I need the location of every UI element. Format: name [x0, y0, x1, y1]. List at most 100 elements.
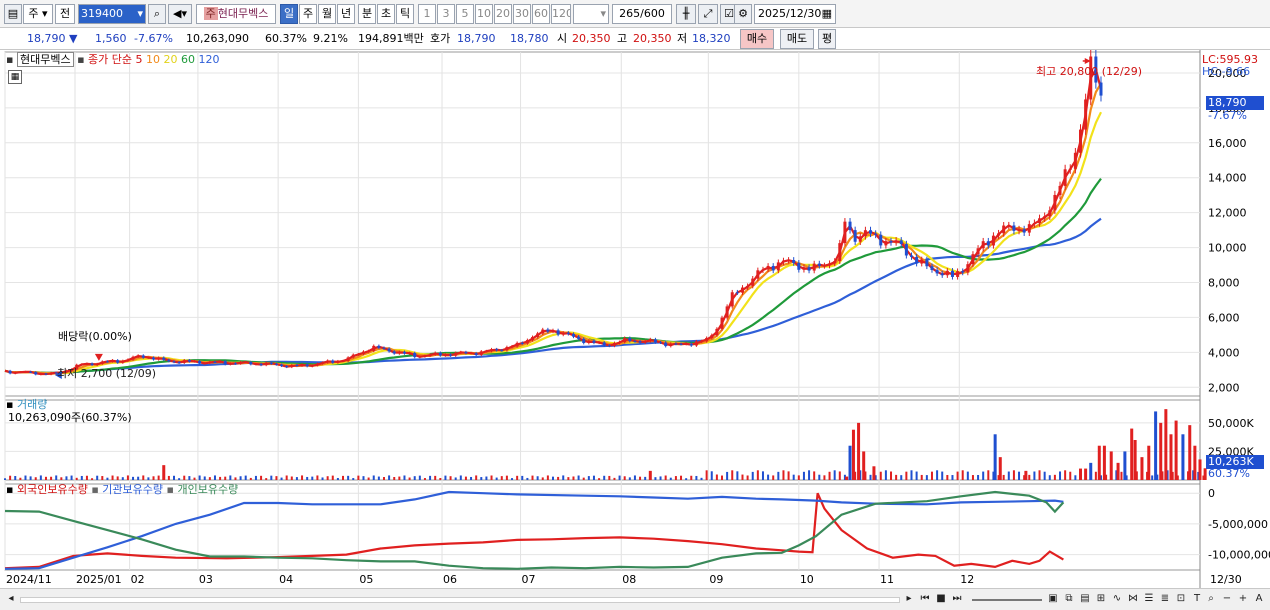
horizontal-scrollbar[interactable]	[20, 597, 900, 603]
volume-bar	[925, 475, 928, 480]
evaluate-button[interactable]: 평	[818, 29, 836, 49]
minute-10-button[interactable]: 10	[475, 4, 493, 24]
trend-tool-icon[interactable]: ⤢	[698, 4, 718, 24]
candle-body	[828, 263, 832, 266]
minute-5-button[interactable]: 5	[456, 4, 474, 24]
volume-legend-marker-icon: ▪	[6, 398, 14, 411]
bid-price: 18,780	[510, 32, 549, 45]
window-icon[interactable]: ⊡	[1174, 592, 1188, 606]
volume-spike-bar	[1140, 457, 1144, 480]
candle-body	[756, 270, 760, 279]
zoom-in-icon[interactable]: +	[1236, 592, 1250, 606]
candle-body	[966, 264, 970, 273]
volume-bar	[44, 476, 47, 480]
candle-body	[515, 342, 519, 347]
stock-name-field[interactable]: 주 현대무벡스	[196, 4, 276, 24]
minute-60-button[interactable]: 60	[532, 4, 550, 24]
fast-forward-icon[interactable]: ⏭	[950, 592, 964, 606]
wave-icon[interactable]: ∿	[1110, 592, 1124, 606]
candle-body	[776, 262, 780, 271]
period-tick-tab[interactable]: 틱	[396, 4, 414, 24]
zoom-icon[interactable]: ⌕	[1204, 592, 1218, 606]
volume-bar	[511, 478, 514, 480]
candle-body	[162, 357, 166, 360]
buy-button[interactable]: 매수	[740, 29, 774, 49]
chart-menu-icon[interactable]: ▤	[4, 4, 22, 24]
minute-20-button[interactable]: 20	[494, 4, 512, 24]
period-second-tab[interactable]: 초	[377, 4, 395, 24]
period-year-tab[interactable]: 년	[337, 4, 355, 24]
low-label: 저	[677, 32, 688, 45]
list-icon[interactable]: ☰	[1142, 592, 1156, 606]
candle-body	[874, 233, 878, 235]
data-count-field[interactable]: 265/600	[612, 4, 672, 24]
period-minute-tab[interactable]: 분	[358, 4, 376, 24]
grid-icon[interactable]: ⊞	[1094, 592, 1108, 606]
gear-icon[interactable]: ⚙	[734, 4, 752, 24]
price-tick-label-6: 14,000	[1208, 172, 1247, 185]
volume-bar	[485, 476, 488, 480]
volume-bar	[96, 475, 99, 480]
candle-body	[387, 348, 391, 352]
candle-body	[126, 359, 130, 361]
minute-3-button[interactable]: 3	[437, 4, 455, 24]
x-axis-label-8: 08	[622, 573, 637, 586]
stock-chart[interactable]: 2,000 4,000 6,000 8,000 10,000 12,000 14,000 16…	[0, 50, 1270, 588]
font-size-icon[interactable]: A	[1252, 592, 1266, 606]
candle-body	[218, 361, 222, 363]
volume-bar	[951, 475, 954, 480]
period-week-tab[interactable]: 주	[299, 4, 317, 24]
minute-1-button[interactable]: 1	[418, 4, 436, 24]
volume-bar	[813, 471, 816, 480]
volume-spike-bar	[1193, 445, 1197, 480]
grid-table-icon[interactable]: ▦	[8, 70, 22, 84]
data-count-value: 265	[619, 7, 641, 20]
legend-stock-name: 현대무벡스	[16, 52, 74, 67]
volume-bar	[1038, 470, 1041, 480]
volume-tick-label-1: 50,000K	[1208, 417, 1254, 430]
minute-120-button[interactable]: 120	[551, 4, 571, 24]
compare-icon[interactable]: ⋈	[1126, 592, 1140, 606]
date-picker[interactable]: 2025/12/30 ▦	[754, 4, 836, 24]
stop-icon[interactable]: ■	[934, 592, 948, 606]
price-tick-label-4: 10,000	[1208, 242, 1247, 255]
candle-body	[740, 287, 744, 293]
copy-icon[interactable]: ⧉	[1062, 592, 1076, 606]
candle-body	[116, 360, 120, 363]
save-icon[interactable]: ▤	[1078, 592, 1092, 606]
candle-body	[111, 360, 115, 362]
play-icon[interactable]: ▸	[902, 592, 916, 606]
scroll-left-icon[interactable]: ◂	[4, 592, 18, 606]
current-price-value: 18,790	[27, 32, 66, 45]
sell-button[interactable]: 매도	[780, 29, 814, 49]
prev-button[interactable]: 전	[55, 4, 75, 24]
candle-body	[372, 345, 376, 351]
volume-bar	[316, 475, 319, 480]
volume-bar	[142, 475, 145, 480]
zoom-out-icon[interactable]: −	[1220, 592, 1234, 606]
candle-body	[1053, 194, 1057, 211]
candle-body	[367, 350, 371, 352]
search-icon[interactable]: ⌕	[148, 4, 166, 24]
legend-foreign: 외국인보유수량	[16, 483, 88, 496]
custom-period-select[interactable]: ▾	[573, 4, 609, 24]
stock-code-input[interactable]: 319400 ▾	[78, 4, 146, 24]
text-icon[interactable]: T	[1190, 592, 1204, 606]
volume-bar	[557, 476, 560, 480]
layout-icon[interactable]: ▣	[1046, 592, 1060, 606]
rewind-icon[interactable]: ⏮	[918, 592, 932, 606]
chart-type-icon[interactable]: ╫	[676, 4, 696, 24]
candle-body	[981, 241, 985, 249]
volume-bar	[1064, 470, 1067, 480]
stack-icon[interactable]: ≣	[1158, 592, 1172, 606]
volume-bar	[546, 475, 549, 480]
market-select[interactable]: 주 ▾	[23, 4, 53, 24]
period-month-tab[interactable]: 월	[318, 4, 336, 24]
minute-30-button[interactable]: 30	[513, 4, 531, 24]
volume-bar	[930, 471, 933, 480]
period-day-tab[interactable]: 일	[280, 4, 298, 24]
zoom-slider[interactable]	[972, 599, 1042, 601]
volume-bar	[961, 470, 964, 480]
sound-icon[interactable]: ◀▾	[168, 4, 192, 24]
volume-bar	[505, 475, 508, 480]
